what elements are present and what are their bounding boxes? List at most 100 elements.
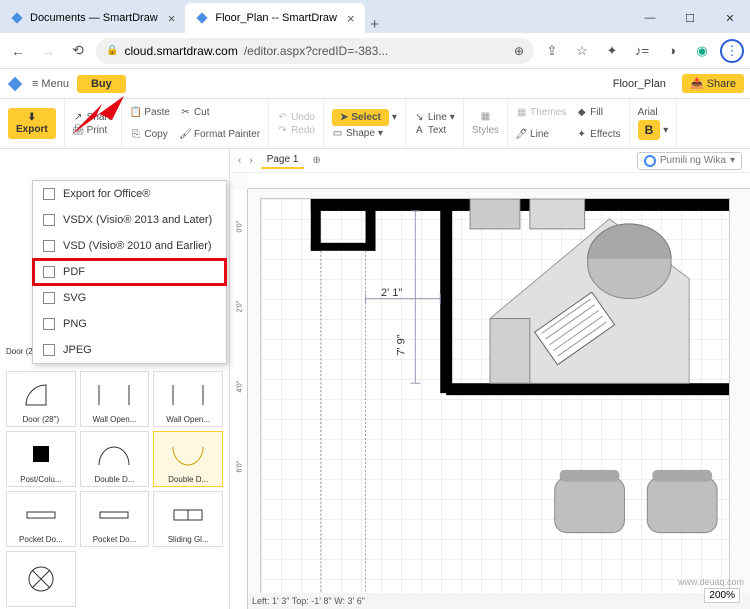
share-page-button[interactable]: ⇪ — [540, 39, 564, 63]
line-tool[interactable]: ↘Line ▾ — [414, 112, 455, 123]
extensions-button[interactable]: ✦ — [600, 39, 624, 63]
hamburger-icon: ≡ — [32, 78, 38, 90]
reload-button[interactable]: ⟲ — [66, 39, 90, 63]
share-ribbon-button[interactable]: ↗Share — [73, 112, 114, 123]
ruler-horizontal — [248, 173, 750, 189]
file-icon — [43, 214, 55, 226]
pages-next-button[interactable]: › — [249, 155, 252, 166]
themes-button[interactable]: ▦Themes — [516, 103, 566, 123]
back-button[interactable]: ← — [6, 39, 30, 63]
file-icon — [43, 266, 55, 278]
ext-icon[interactable]: ◉ — [690, 39, 714, 63]
menu-button[interactable]: ≡Menu — [32, 78, 69, 90]
document-name[interactable]: Floor_Plan — [605, 78, 674, 90]
pages-prev-button[interactable]: ‹ — [238, 155, 241, 166]
minimize-button[interactable]: — — [630, 3, 670, 33]
lock-icon: 🔒 — [106, 45, 118, 56]
export-png-item[interactable]: PNG — [33, 311, 226, 337]
shape-item[interactable]: Sliding Gl... — [153, 491, 223, 547]
bookmark-button[interactable]: ☆ — [570, 39, 594, 63]
file-icon — [43, 318, 55, 330]
export-svg-item[interactable]: SVG — [33, 285, 226, 311]
window-controls: — ☐ ✕ — [630, 3, 750, 33]
browser-tab-active[interactable]: Floor_Plan -- SmartDraw × — [185, 3, 364, 33]
page-tab[interactable]: Page 1 — [261, 152, 305, 169]
browser-menu-button[interactable]: ⋮ — [720, 39, 744, 63]
shape-item[interactable]: Post/Colu... — [6, 431, 76, 487]
select-tool[interactable]: ➤Select ▾ — [332, 109, 397, 126]
share-button[interactable]: 📤Share — [682, 74, 744, 93]
language-select[interactable]: Pumili ng Wika ▾ — [637, 152, 742, 170]
add-page-button[interactable]: ⊕ — [312, 155, 320, 166]
maximize-button[interactable]: ☐ — [670, 3, 710, 33]
line-icon: ↘ — [414, 112, 425, 123]
export-button[interactable]: ⬇ Export — [8, 108, 56, 139]
tab-title: Floor_Plan -- SmartDraw — [215, 12, 337, 24]
floor-plan-drawing — [261, 199, 729, 607]
export-menu: Export for Office® VSDX (Visio® 2013 and… — [32, 180, 227, 364]
shape-icon: ▭ — [332, 128, 343, 139]
app-header: ≡Menu Buy Floor_Plan 📤Share — [0, 69, 750, 99]
fill-button[interactable]: ◆Fill — [576, 103, 620, 123]
shape-item[interactable] — [6, 551, 76, 607]
copy-button[interactable]: ⎘Copy — [130, 125, 170, 145]
cursor-icon: ➤ — [340, 112, 348, 123]
undo-icon: ↶ — [277, 112, 288, 123]
effects-button[interactable]: ✦Effects — [576, 125, 620, 145]
shape-item[interactable]: Wall Open... — [153, 371, 223, 427]
search-icon[interactable]: ⊕ — [514, 44, 524, 58]
brush-icon: 🖌 — [180, 129, 191, 140]
shape-tool[interactable]: ▭Shape ▾ — [332, 128, 397, 139]
dimension-label: 7' 9" — [396, 334, 408, 355]
browser-tab[interactable]: Documents — SmartDraw × — [0, 3, 185, 33]
print-button[interactable]: 🖨Print — [73, 125, 114, 136]
ext-icon[interactable]: ◑ — [660, 39, 684, 63]
file-icon — [43, 344, 55, 356]
line-style-button[interactable]: 🖊Line — [516, 125, 566, 145]
export-office-item[interactable]: Export for Office® — [33, 181, 226, 207]
text-icon: A — [414, 125, 425, 136]
redo-button[interactable]: ↷Redo — [277, 125, 315, 136]
text-tool[interactable]: AText — [414, 125, 455, 136]
bold-button[interactable]: B ▾ — [638, 120, 669, 140]
share-icon: ↗ — [73, 112, 84, 123]
print-icon: 🖨 — [73, 125, 84, 136]
cut-button[interactable]: ✂Cut — [180, 103, 260, 123]
drawing-canvas[interactable]: 0'0" 2'0" 4'0" 6'0" — [230, 173, 750, 609]
download-icon: ⬇ — [28, 112, 36, 123]
file-icon — [43, 188, 55, 200]
new-tab-button[interactable]: + — [365, 16, 385, 33]
close-icon[interactable]: × — [168, 11, 176, 26]
share-icon: 📤 — [690, 77, 704, 90]
shape-item[interactable]: Pocket Do... — [6, 491, 76, 547]
undo-button[interactable]: ↶Undo — [277, 112, 315, 123]
shape-item[interactable]: Wall Open... — [80, 371, 150, 427]
ruler-vertical: 0'0" 2'0" 4'0" 6'0" — [230, 189, 248, 609]
close-icon[interactable]: × — [347, 11, 355, 26]
shape-item-selected[interactable]: Double D... — [153, 431, 223, 487]
paste-icon: 📋 — [130, 107, 141, 118]
forward-button[interactable]: → — [36, 39, 60, 63]
export-vsd-item[interactable]: VSD (Visio® 2010 and Earlier) — [33, 233, 226, 259]
buy-button[interactable]: Buy — [77, 75, 126, 93]
shape-item[interactable]: Double D... — [80, 431, 150, 487]
google-icon — [644, 155, 656, 167]
music-button[interactable]: ♪= — [630, 39, 654, 63]
close-button[interactable]: ✕ — [710, 3, 750, 33]
shape-item[interactable]: Pocket Do... — [80, 491, 150, 547]
zoom-level[interactable]: 200% — [704, 588, 740, 603]
export-vsdx-item[interactable]: VSDX (Visio® 2013 and Later) — [33, 207, 226, 233]
address-bar: ← → ⟲ 🔒 cloud.smartdraw.com/editor.aspx?… — [0, 33, 750, 69]
effects-icon: ✦ — [576, 129, 587, 140]
paste-button[interactable]: 📋Paste — [130, 103, 170, 123]
shape-item[interactable]: Door (28") — [6, 371, 76, 427]
file-icon — [43, 292, 55, 304]
styles-button[interactable]: ▦Styles — [472, 111, 499, 136]
export-jpeg-item[interactable]: JPEG — [33, 337, 226, 363]
font-select[interactable]: Arial — [638, 107, 669, 118]
url-field[interactable]: 🔒 cloud.smartdraw.com/editor.aspx?credID… — [96, 38, 534, 64]
export-pdf-item[interactable]: PDF — [33, 259, 226, 285]
watermark: www.deuaq.com — [678, 577, 744, 587]
pen-icon: 🖊 — [516, 129, 527, 140]
format-painter-button[interactable]: 🖌Format Painter — [180, 125, 260, 145]
